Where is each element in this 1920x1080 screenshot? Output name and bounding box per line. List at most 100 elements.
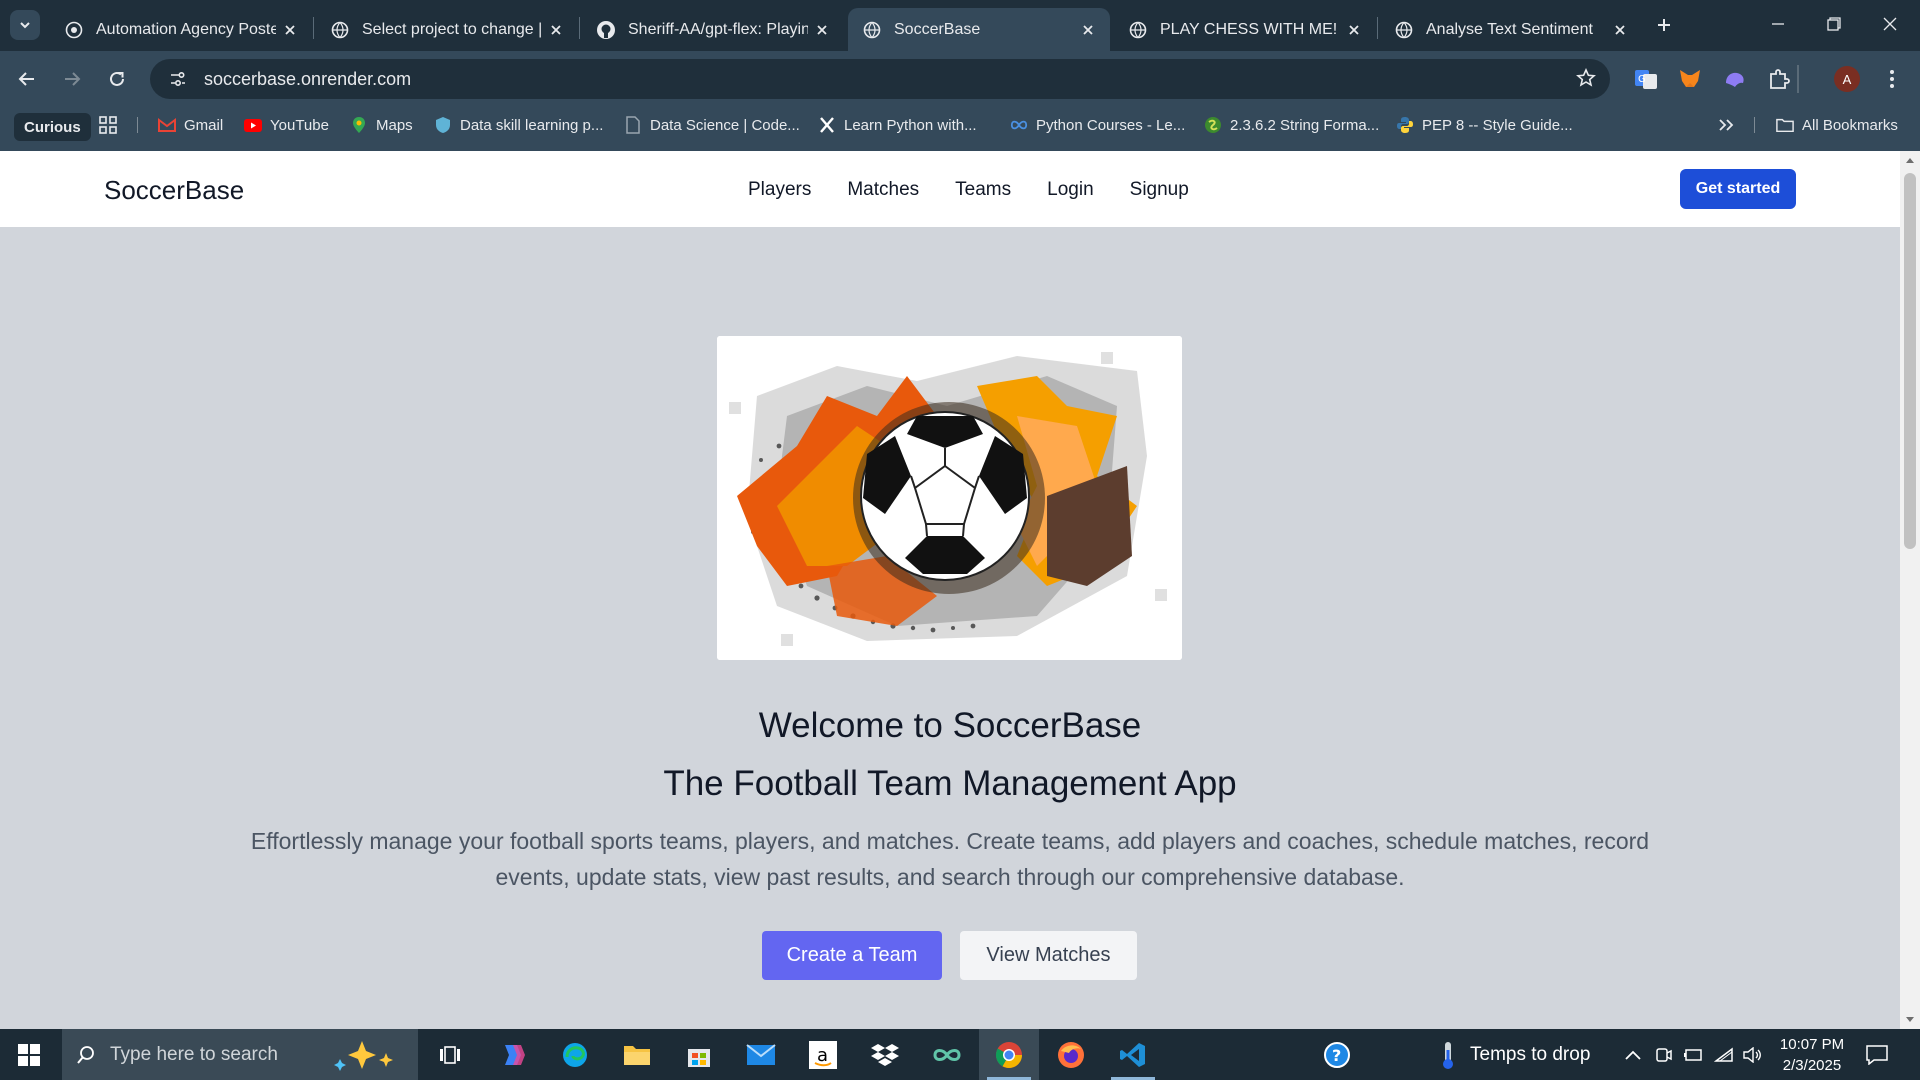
svg-text:?: ? [1332,1046,1341,1065]
tray-meet-now[interactable] [1655,1029,1673,1080]
bookmark-maps[interactable]: Maps [350,107,413,143]
tab-separator [313,17,314,39]
tab-search-button[interactable] [10,10,40,40]
taskbar-copilot[interactable] [483,1029,543,1080]
get-started-button[interactable]: Get started [1680,169,1796,209]
task-view-button[interactable] [420,1029,480,1080]
edge-icon [563,1042,587,1067]
browser-menu-button[interactable] [1877,64,1907,94]
bookmark-label: Data skill learning p... [460,116,604,134]
nav-players[interactable]: Players [748,179,811,201]
taskbar-vscode[interactable] [1103,1029,1163,1080]
taskbar-dropbox[interactable] [855,1029,915,1080]
bookmark-data-skill[interactable]: Data skill learning p... [434,107,603,143]
tray-volume[interactable] [1743,1029,1763,1080]
brain-extension-icon[interactable] [1720,64,1750,94]
chevron-down-icon [20,22,30,29]
restore-icon [1827,17,1841,31]
weather-widget[interactable]: Temps to drop [1440,1029,1590,1080]
folder-icon [1776,116,1794,134]
scroll-up-arrow-icon[interactable] [1905,155,1915,165]
nav-signup[interactable]: Signup [1130,179,1189,201]
globe-icon [862,20,882,40]
new-tab-button[interactable] [1650,11,1678,39]
site-info-icon[interactable] [158,70,198,88]
hero-heading: Welcome to SoccerBase [758,706,1142,745]
taskbar-search-box[interactable]: Type here to search [62,1029,418,1080]
notification-center[interactable] [1866,1029,1888,1080]
tab-play-chess[interactable]: PLAY CHESS WITH ME! [1114,8,1376,51]
restore-button[interactable] [1806,0,1862,48]
svg-text:G: G [1638,74,1646,85]
tray-wifi[interactable] [1714,1029,1734,1080]
taskbar-chrome[interactable] [979,1029,1039,1080]
nav-login[interactable]: Login [1047,179,1094,201]
apps-grid-icon [99,116,117,134]
scroll-down-arrow-icon[interactable] [1905,1015,1915,1025]
back-button[interactable] [11,63,43,95]
nav-teams[interactable]: Teams [955,179,1011,201]
page-scrollbar[interactable] [1900,151,1920,1029]
taskbar-amazon[interactable]: a [793,1029,853,1080]
all-bookmarks-button[interactable]: All Bookmarks [1776,107,1898,143]
metamask-fox-icon[interactable] [1675,64,1705,94]
reload-button[interactable] [101,63,133,95]
taskbar-mail[interactable] [731,1029,791,1080]
create-team-button[interactable]: Create a Team [762,931,942,980]
bookmark-curious[interactable]: Curious [14,113,91,141]
address-bar[interactable]: soccerbase.onrender.com [150,59,1610,99]
taskbar-help[interactable]: ? [1307,1029,1367,1080]
tab-automation-agency[interactable]: Automation Agency Poster [50,8,312,51]
minimize-icon [1772,23,1784,25]
close-icon[interactable] [1606,24,1634,36]
close-icon[interactable] [276,24,304,36]
page-icon [624,116,642,134]
toolbar-separator [1797,65,1799,93]
dropbox-icon [871,1043,899,1066]
tab-soccerbase[interactable]: SoccerBase [848,8,1110,51]
tab-analyse-sentiment[interactable]: Analyse Text Sentiment [1380,8,1642,51]
bookmark-learn-python[interactable]: Learn Python with... [818,107,977,143]
close-icon[interactable] [808,24,836,36]
bookmark-gmail[interactable]: Gmail [158,107,223,143]
nav-matches[interactable]: Matches [847,179,919,201]
kebab-menu-icon [1890,70,1894,88]
bookmark-youtube[interactable]: YouTube [244,107,329,143]
bookmark-data-science[interactable]: Data Science | Code... [624,107,800,143]
close-icon[interactable] [1340,24,1368,36]
window-close-button[interactable] [1862,0,1918,48]
tray-battery[interactable] [1684,1029,1704,1080]
more-bookmarks-button[interactable] [1718,107,1734,143]
tab-select-project[interactable]: Select project to change | D [316,8,578,51]
clock-date: 2/3/2025 [1782,1057,1842,1074]
taskbar-clock[interactable]: 10:07 PM 2/3/2025 [1770,1034,1854,1076]
close-icon[interactable] [542,24,570,36]
bookmark-pep8[interactable]: PEP 8 -- Style Guide... [1396,107,1573,143]
taskbar-edge[interactable] [545,1029,605,1080]
taskbar-infinity-app[interactable] [917,1029,977,1080]
forward-button[interactable] [56,63,88,95]
view-matches-button[interactable]: View Matches [960,931,1137,980]
site-brand[interactable]: SoccerBase [104,175,244,206]
bookmark-separator [137,117,138,133]
show-hidden-icons[interactable] [1624,1029,1642,1080]
apps-grid-button[interactable] [98,107,118,143]
hero-subheading: The Football Team Management App [663,764,1237,803]
profile-avatar[interactable]: A [1832,64,1862,94]
bookmark-string-formatting[interactable]: 2.3.6.2 String Forma... [1204,107,1379,143]
scroll-thumb[interactable] [1904,173,1916,549]
extensions-puzzle-icon[interactable] [1764,64,1794,94]
taskbar-file-explorer[interactable] [607,1029,667,1080]
thermometer-icon [1443,1041,1453,1069]
minimize-button[interactable] [1750,0,1806,48]
bookmark-python-courses[interactable]: Python Courses - Le... [1010,107,1185,143]
bookmark-star-icon[interactable] [1576,68,1596,93]
wifi-icon [1714,1047,1733,1062]
start-button[interactable] [0,1029,58,1080]
google-translate-icon[interactable]: G [1631,64,1661,94]
tab-github-gpt-flex[interactable]: Sheriff-AA/gpt-flex: Playing [582,8,844,51]
taskbar-store[interactable] [669,1029,729,1080]
close-icon[interactable] [1074,24,1102,36]
infinity-icon [933,1048,961,1061]
taskbar-firefox[interactable] [1041,1029,1101,1080]
